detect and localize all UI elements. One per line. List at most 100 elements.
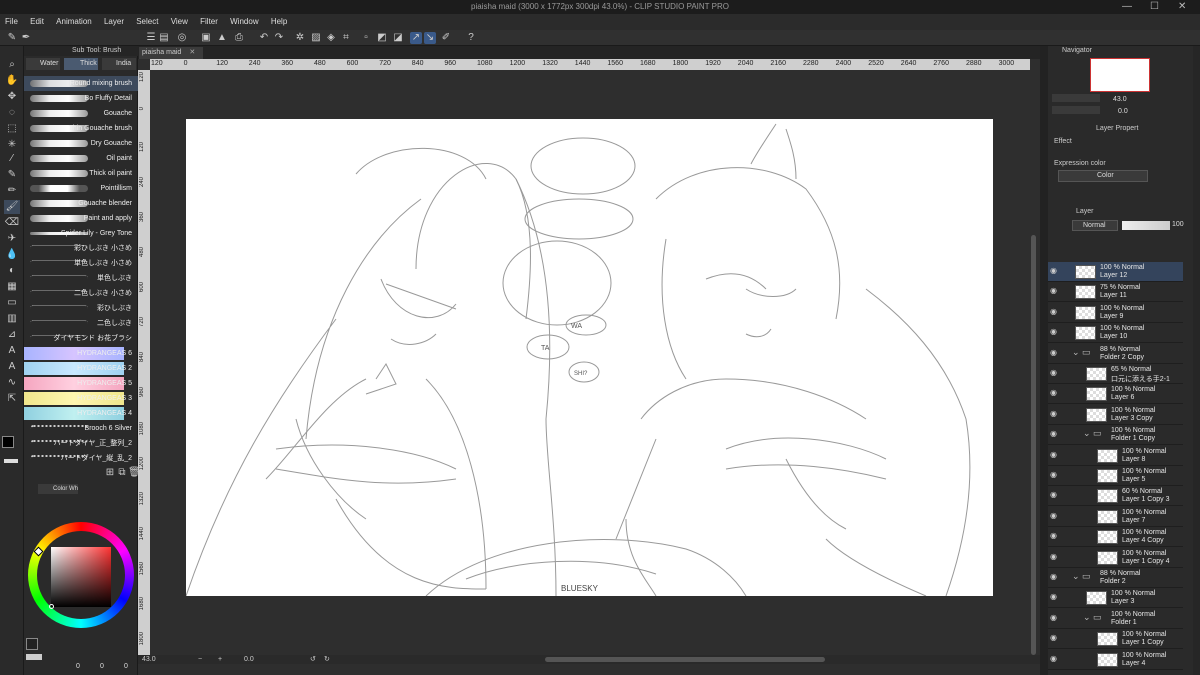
layer-row[interactable]: ◉ 100 % Normal Layer 3 — [1048, 588, 1183, 609]
layer-tab[interactable]: Layer — [1076, 208, 1094, 215]
eye-icon[interactable]: ◉ — [1049, 388, 1058, 397]
pen-tab-icon[interactable]: ✒ — [20, 32, 32, 44]
brush-item[interactable]: Pointillism — [24, 181, 138, 196]
brush-item[interactable]: 二色しぶき 小さめ — [24, 286, 138, 301]
brush-item[interactable]: Thin Gouache brush — [24, 121, 138, 136]
eye-icon[interactable]: ◉ — [1049, 429, 1058, 438]
frame-icon[interactable]: ▥ — [4, 312, 20, 326]
brush-item[interactable]: 単色しぶき — [24, 271, 138, 286]
gradient-icon[interactable]: ▦ — [4, 280, 20, 294]
eye-icon[interactable]: ◉ — [1049, 286, 1058, 295]
document-tab[interactable]: piaisha maid ✕ — [139, 47, 203, 59]
pen-icon[interactable]: ✎ — [4, 168, 20, 182]
minimize-button[interactable]: — — [1122, 0, 1132, 14]
magnifier-icon[interactable]: ⌕ — [4, 58, 20, 72]
open-icon[interactable]: ◎ — [176, 32, 188, 44]
subtool-tab-thick[interactable]: Thick — [64, 58, 98, 70]
vertical-scrollbar[interactable] — [1031, 235, 1036, 655]
expression-color-select[interactable]: Color — [1058, 170, 1148, 182]
layer-row[interactable]: ◉ 100 % Normal Layer 6 — [1048, 384, 1183, 405]
line-icon[interactable]: ∿ — [4, 376, 20, 390]
lasso-icon[interactable]: ◌ — [4, 106, 20, 120]
drawing-canvas[interactable]: WA TA SHI? BLUESKY — [185, 119, 993, 597]
eye-icon[interactable]: ◉ — [1049, 613, 1058, 622]
blend-icon[interactable]: 💧 — [4, 248, 20, 262]
brush-size-icon[interactable]: ✎ — [6, 32, 18, 44]
brush-item[interactable]: Oil paint — [24, 151, 138, 166]
menu-help[interactable]: Help — [266, 14, 292, 30]
tab-color-wheel[interactable]: Color Wh — [38, 484, 78, 494]
layer-folder-row[interactable]: ◉ ⌄ ▭ 88 % Normal Folder 2 — [1048, 568, 1183, 588]
blend-mode-select[interactable]: Normal — [1072, 220, 1118, 231]
menu-edit[interactable]: Edit — [25, 14, 49, 30]
layer-row[interactable]: ◉ 100 % Normal Layer 8 — [1048, 446, 1183, 466]
brush-item[interactable]: HYDRANGEAS 4 — [24, 406, 138, 421]
layer-row[interactable]: ◉ 75 % Normal Layer 11 — [1048, 282, 1183, 303]
rotate-right-icon[interactable]: ↻ — [324, 655, 330, 664]
opacity-value[interactable]: 100 — [1172, 221, 1184, 228]
airbrush-icon[interactable]: ✈ — [4, 232, 20, 246]
saturation-square[interactable] — [51, 547, 111, 607]
eye-icon[interactable]: ◉ — [1049, 470, 1058, 479]
copy-brush-icon[interactable]: ⧉ — [116, 467, 128, 479]
subtool-tab-water[interactable]: Water — [26, 58, 60, 70]
snap-ruler-icon[interactable]: ↗ — [410, 32, 422, 44]
undo-icon[interactable]: ↶ — [258, 32, 270, 44]
brush-item[interactable]: Gouache — [24, 106, 138, 121]
hand-icon[interactable]: ✋ — [4, 74, 20, 88]
sv-handle[interactable] — [49, 604, 54, 609]
current-color-swatch[interactable] — [26, 638, 38, 650]
select-icon[interactable]: ⬚ — [4, 122, 20, 136]
eye-icon[interactable]: ◉ — [1049, 572, 1058, 581]
clear-icon[interactable]: ▨ — [310, 32, 322, 44]
brush-item[interactable]: HYDRANGEAS 2 — [24, 361, 138, 376]
menu-select[interactable]: Select — [131, 14, 163, 30]
layer-row[interactable]: ◉ 100 % Normal Layer 9 — [1048, 303, 1183, 323]
layer-row[interactable]: ◉ 60 % Normal Layer 1 Copy 3 — [1048, 486, 1183, 507]
navigator-thumbnail[interactable] — [1090, 58, 1150, 92]
brush-item[interactable]: HYDRANGEAS 5 — [24, 376, 138, 391]
transparent-swatch[interactable] — [26, 654, 42, 660]
navigator-tab[interactable]: Navigator — [1062, 47, 1092, 54]
add-brush-icon[interactable]: ⊞ — [104, 467, 116, 479]
eye-icon[interactable]: ◉ — [1049, 654, 1058, 663]
brush-item[interactable]: ダイヤモンド お花ブラシ — [24, 331, 138, 346]
brush-item[interactable]: ハートダイヤ_縦_乱_2 — [24, 451, 138, 466]
layer-row[interactable]: ◉ 100 % Normal Layer 12 — [1048, 262, 1183, 282]
menu-file[interactable]: File — [0, 14, 23, 30]
rotate-left-icon[interactable]: ↺ — [310, 655, 316, 664]
snap-perspective-icon[interactable]: ↘ — [424, 32, 436, 44]
angle-readout[interactable]: 0.0 — [244, 655, 254, 664]
brush-item[interactable]: ハートダイヤ_正_整列_2 — [24, 436, 138, 451]
rotate-slider[interactable] — [1052, 106, 1100, 114]
opacity-slider[interactable] — [1122, 221, 1170, 230]
eye-icon[interactable]: ◉ — [1049, 450, 1058, 459]
zoom-readout[interactable]: 43.0 — [142, 655, 156, 664]
snap-grid-icon[interactable]: ◩ — [376, 32, 388, 44]
eye-icon[interactable]: ◉ — [1049, 307, 1058, 316]
correct-icon[interactable]: ⇱ — [4, 392, 20, 406]
brush-item[interactable]: 単色しぶき 小さめ — [24, 256, 138, 271]
brush-item[interactable]: Thick oil paint — [24, 166, 138, 181]
brush-item[interactable]: 二色しぶき — [24, 316, 138, 331]
brush-item[interactable]: 彩ひしぶき 小さめ — [24, 241, 138, 256]
maximize-button[interactable]: ☐ — [1150, 0, 1159, 14]
menu-layer[interactable]: Layer — [99, 14, 129, 30]
text-icon[interactable]: A — [4, 344, 20, 358]
transparent-color-swatch[interactable] — [4, 459, 18, 463]
eyedropper-icon[interactable]: ⁄ — [4, 152, 20, 166]
layer-row[interactable]: ◉ 65 % Normal 口元に添える手2-1 — [1048, 364, 1183, 384]
layer-row[interactable]: ◉ 100 % Normal Layer 1 Copy 4 — [1048, 548, 1183, 568]
close-tab-icon[interactable]: ✕ — [189, 49, 195, 56]
brush-item[interactable]: Dry Gouache — [24, 136, 138, 151]
brush-item[interactable]: 彩ひしぶき — [24, 301, 138, 316]
balloon-icon[interactable]: A — [4, 360, 20, 374]
menu-view[interactable]: View — [166, 14, 193, 30]
pencil-icon[interactable]: ✏ — [4, 184, 20, 198]
zoom-out-icon[interactable]: − — [198, 655, 202, 664]
navigator-angle[interactable]: 0.0 — [1118, 108, 1128, 115]
layer-row[interactable]: ◉ 100 % Normal Layer 5 — [1048, 466, 1183, 486]
layer-row[interactable]: ◉ 100 % Normal Layer 4 Copy — [1048, 527, 1183, 548]
figure-icon[interactable]: ▭ — [4, 296, 20, 310]
eye-icon[interactable]: ◉ — [1049, 633, 1058, 642]
